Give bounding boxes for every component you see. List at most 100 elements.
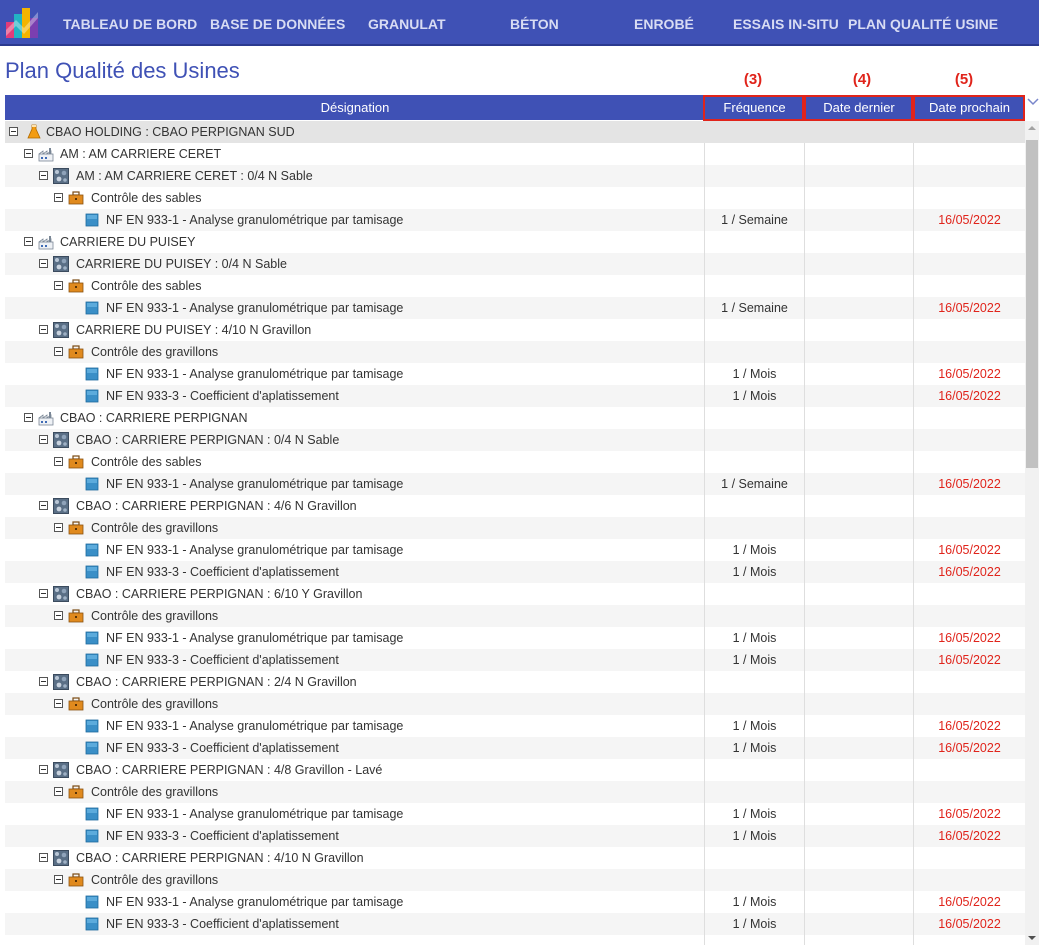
tree-row-site[interactable]: CARRIERE DU PUISEY	[5, 231, 1025, 253]
tree-row-test[interactable]: NF EN 933-3 - Coefficient d'aplatissemen…	[5, 825, 1025, 847]
tree-row-control[interactable]: Contrôle des gravillons	[5, 341, 1025, 363]
aggregate-icon	[53, 498, 69, 514]
row-designation: Contrôle des gravillons	[91, 873, 219, 887]
test-square-icon	[84, 916, 100, 932]
briefcase-icon	[68, 608, 84, 624]
tree-row-product[interactable]: CBAO : CARRIERE PERPIGNAN : 2/4 N Gravil…	[5, 671, 1025, 693]
collapse-toggle-icon[interactable]	[39, 259, 48, 268]
collapse-toggle-icon[interactable]	[54, 193, 63, 202]
row-designation: AM : AM CARRIERE CERET : 0/4 N Sable	[76, 169, 313, 183]
collapse-toggle-icon[interactable]	[39, 171, 48, 180]
aggregate-icon	[53, 586, 69, 602]
test-square-icon	[84, 564, 100, 580]
collapse-toggle-icon[interactable]	[39, 435, 48, 444]
collapse-toggle-icon[interactable]	[24, 413, 33, 422]
tree-row-product[interactable]: AM : AM CARRIERE CERET : 0/4 N Sable	[5, 165, 1025, 187]
nav-essais-in-situ[interactable]: ESSAIS IN-SITU	[733, 0, 839, 46]
row-date-prochain: 16/05/2022	[938, 719, 1001, 733]
tree-row-test[interactable]: NF EN 933-1 - Analyse granulométrique pa…	[5, 473, 1025, 495]
nav-enrobe[interactable]: ENROBÉ	[634, 0, 694, 46]
tree-row-test[interactable]: NF EN 933-3 - Coefficient d'aplatissemen…	[5, 737, 1025, 759]
nav-granulat[interactable]: GRANULAT	[368, 0, 446, 46]
tree-row-test[interactable]: NF EN 933-3 - Coefficient d'aplatissemen…	[5, 649, 1025, 671]
collapse-toggle-icon[interactable]	[39, 325, 48, 334]
row-designation: CBAO : CARRIERE PERPIGNAN : 6/10 Y Gravi…	[76, 587, 363, 601]
collapse-toggle-icon[interactable]	[54, 875, 63, 884]
collapse-toggle-icon[interactable]	[39, 677, 48, 686]
collapse-toggle-icon[interactable]	[39, 589, 48, 598]
tree-row-test[interactable]: NF EN 933-1 - Analyse granulométrique pa…	[5, 363, 1025, 385]
tree-row-test[interactable]: NF EN 933-1 - Analyse granulométrique pa…	[5, 891, 1025, 913]
column-header-date-prochain[interactable]: Date prochain	[914, 95, 1025, 120]
collapse-toggle-icon[interactable]	[54, 347, 63, 356]
nav-plan-qualite-usine[interactable]: PLAN QUALITÉ USINE	[848, 0, 998, 46]
row-designation: CBAO : CARRIERE PERPIGNAN	[60, 411, 248, 425]
collapse-toggle-icon[interactable]	[54, 699, 63, 708]
tree-row-product[interactable]: CBAO : CARRIERE PERPIGNAN : 4/8 Gravillo…	[5, 759, 1025, 781]
collapse-toggle-icon[interactable]	[54, 281, 63, 290]
tree-row-test[interactable]: NF EN 933-1 - Analyse granulométrique pa…	[5, 539, 1025, 561]
collapse-toggle-icon[interactable]	[54, 787, 63, 796]
tree-row-control[interactable]: Contrôle des gravillons	[5, 517, 1025, 539]
tree-row-control[interactable]: Contrôle des gravillons	[5, 693, 1025, 715]
tree-row-test[interactable]: NF EN 933-1 - Analyse granulométrique pa…	[5, 803, 1025, 825]
collapse-toggle-icon[interactable]	[39, 765, 48, 774]
row-designation: NF EN 933-3 - Coefficient d'aplatissemen…	[106, 917, 339, 931]
tree-row-control[interactable]: Contrôle des sables	[5, 187, 1025, 209]
tree-row-control[interactable]: Contrôle des sables	[5, 275, 1025, 297]
aggregate-icon	[53, 850, 69, 866]
scrollbar-thumb[interactable]	[1026, 140, 1038, 468]
test-square-icon	[84, 740, 100, 756]
row-date-prochain: 16/05/2022	[938, 741, 1001, 755]
column-header-date-dernier[interactable]: Date dernier	[804, 95, 914, 120]
row-frequence: 1 / Mois	[732, 631, 777, 645]
scroll-up-arrow-icon[interactable]	[1025, 121, 1039, 135]
collapse-toggle-icon[interactable]	[24, 237, 33, 246]
row-designation: AM : AM CARRIERE CERET	[60, 147, 222, 161]
collapse-toggle-icon[interactable]	[39, 501, 48, 510]
row-designation: Contrôle des sables	[91, 191, 202, 205]
column-divider	[704, 143, 705, 945]
tree-row-product[interactable]: CBAO : CARRIERE PERPIGNAN : 4/6 N Gravil…	[5, 495, 1025, 517]
briefcase-icon	[68, 190, 84, 206]
tree-row-control[interactable]: Contrôle des gravillons	[5, 605, 1025, 627]
collapse-toggle-icon[interactable]	[39, 853, 48, 862]
nav-tableau-de-bord[interactable]: TABLEAU DE BORD	[63, 0, 197, 46]
briefcase-icon	[68, 454, 84, 470]
tree-row-product[interactable]: CARRIERE DU PUISEY : 4/10 N Gravillon	[5, 319, 1025, 341]
tree-row-test[interactable]: NF EN 933-3 - Coefficient d'aplatissemen…	[5, 385, 1025, 407]
scroll-down-arrow-icon[interactable]	[1025, 931, 1039, 945]
column-header-frequence[interactable]: Fréquence	[705, 95, 804, 120]
test-square-icon	[84, 476, 100, 492]
aggregate-icon	[53, 168, 69, 184]
collapse-toggle-icon[interactable]	[24, 149, 33, 158]
tree-row-product[interactable]: CARRIERE DU PUISEY : 0/4 N Sable	[5, 253, 1025, 275]
tree-row-control[interactable]: Contrôle des sables	[5, 451, 1025, 473]
tree-row-control[interactable]: Contrôle des gravillons	[5, 781, 1025, 803]
column-header-designation[interactable]: Désignation	[5, 95, 705, 120]
row-date-prochain: 16/05/2022	[938, 389, 1001, 403]
tree-row-site[interactable]: CBAO : CARRIERE PERPIGNAN	[5, 407, 1025, 429]
collapse-toggle-icon[interactable]	[54, 611, 63, 620]
app-logo-icon[interactable]	[4, 4, 40, 40]
tree-row-test[interactable]: NF EN 933-1 - Analyse granulométrique pa…	[5, 715, 1025, 737]
tree-row-control[interactable]: Contrôle des gravillons	[5, 869, 1025, 891]
tree-row-test[interactable]: NF EN 933-1 - Analyse granulométrique pa…	[5, 209, 1025, 231]
row-designation: CARRIERE DU PUISEY	[60, 235, 196, 249]
tree-row-test[interactable]: NF EN 933-1 - Analyse granulométrique pa…	[5, 627, 1025, 649]
collapse-toggle-icon[interactable]	[54, 457, 63, 466]
tree-row-product[interactable]: CBAO : CARRIERE PERPIGNAN : 6/10 Y Gravi…	[5, 583, 1025, 605]
tree-row-product[interactable]: CBAO : CARRIERE PERPIGNAN : 0/4 N Sable	[5, 429, 1025, 451]
nav-beton[interactable]: BÉTON	[510, 0, 559, 46]
tree-row-product[interactable]: CBAO : CARRIERE PERPIGNAN : 4/10 N Gravi…	[5, 847, 1025, 869]
tree-row-test[interactable]: NF EN 933-3 - Coefficient d'aplatissemen…	[5, 913, 1025, 935]
tree-row-site[interactable]: AM : AM CARRIERE CERET	[5, 143, 1025, 165]
nav-base-de-donnees[interactable]: BASE DE DONNÉES	[210, 0, 345, 46]
collapse-toggle-icon[interactable]	[54, 523, 63, 532]
tree-row-test[interactable]: NF EN 933-3 - Coefficient d'aplatissemen…	[5, 561, 1025, 583]
collapse-toggle-icon[interactable]	[9, 127, 18, 136]
tree-row-test[interactable]: NF EN 933-1 - Analyse granulométrique pa…	[5, 297, 1025, 319]
tree-row-holding[interactable]: CBAO HOLDING : CBAO PERPIGNAN SUD	[5, 121, 1025, 143]
row-date-prochain: 16/05/2022	[938, 543, 1001, 557]
chevron-down-icon[interactable]	[1027, 96, 1039, 108]
